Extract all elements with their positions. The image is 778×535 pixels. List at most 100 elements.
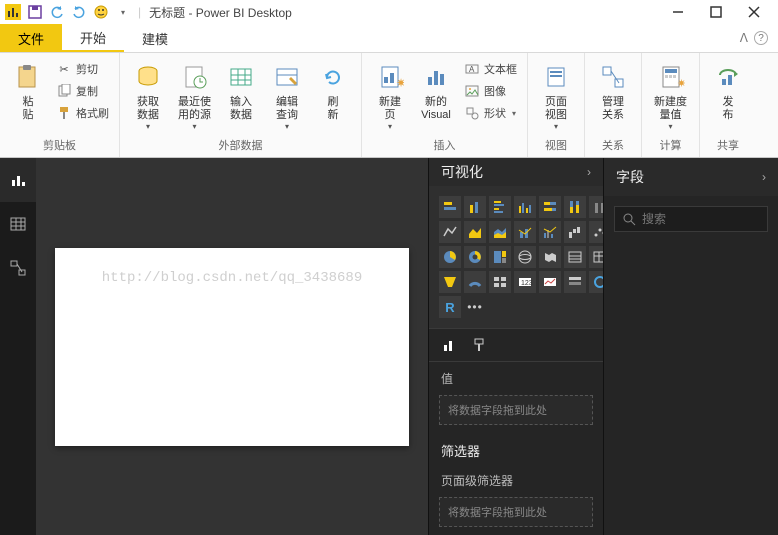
new-page-icon: ✷	[374, 61, 406, 93]
tab-modeling[interactable]: 建模	[124, 24, 186, 52]
fields-pane-header[interactable]: 字段 ›	[604, 158, 778, 196]
svg-text:✷: ✷	[396, 76, 404, 90]
viz-kpi[interactable]	[539, 271, 561, 293]
viz-clustered-column[interactable]	[514, 196, 536, 218]
viz-line[interactable]	[439, 221, 461, 243]
fields-search[interactable]	[614, 206, 768, 232]
page-view-button[interactable]: 页面 视图▾	[534, 57, 578, 135]
undo-icon[interactable]	[48, 3, 66, 21]
filter-drop-zone[interactable]: 将数据字段拖到此处	[439, 497, 593, 527]
search-input[interactable]	[642, 212, 778, 226]
viz-100-bar[interactable]	[539, 196, 561, 218]
qat-dropdown-icon[interactable]: ▾	[114, 3, 132, 21]
minimize-button[interactable]	[668, 2, 688, 22]
publish-button[interactable]: 发 布	[706, 57, 750, 126]
new-measure-button[interactable]: ✷新建度 量值▾	[648, 57, 693, 135]
tab-file[interactable]: 文件	[0, 24, 62, 52]
redo-icon[interactable]	[70, 3, 88, 21]
viz-table[interactable]	[564, 246, 586, 268]
window-title: 无标题 - Power BI Desktop	[149, 4, 292, 21]
relationships-icon	[597, 61, 629, 93]
image-button[interactable]: 图像	[464, 81, 517, 101]
ribbon-collapse[interactable]: ᐱ ?	[730, 24, 778, 52]
new-visual-icon	[420, 61, 452, 93]
cut-button[interactable]: ✂剪切	[56, 59, 109, 79]
left-nav	[0, 158, 36, 535]
nav-data[interactable]	[0, 202, 36, 246]
viz-tab-format[interactable]	[471, 337, 487, 353]
group-external-data: 获取 数据▾ 最近使 用的源▾ 输入 数据 编辑 查询▾ 刷 新 外部数据	[120, 53, 362, 157]
paste-icon	[12, 61, 44, 93]
viz-100-column[interactable]	[564, 196, 586, 218]
copy-button[interactable]: 复制	[56, 81, 109, 101]
viz-stacked-column[interactable]	[464, 196, 486, 218]
nav-report[interactable]	[0, 158, 36, 202]
maximize-button[interactable]	[706, 2, 726, 22]
enter-data-icon	[225, 61, 257, 93]
viz-r[interactable]: R	[439, 296, 461, 318]
edit-query-icon	[271, 61, 303, 93]
manage-relationships-button[interactable]: 管理 关系	[591, 57, 635, 126]
nav-relationships[interactable]	[0, 246, 36, 290]
viz-pane-header[interactable]: 可视化 ›	[429, 158, 603, 186]
viz-map[interactable]	[514, 246, 536, 268]
paste-button[interactable]: 粘 贴	[6, 57, 50, 126]
viz-waterfall[interactable]	[564, 221, 586, 243]
brush-icon	[56, 105, 72, 121]
help-icon: ?	[754, 31, 768, 45]
viz-stacked-area[interactable]	[489, 221, 511, 243]
viz-stacked-bar[interactable]	[439, 196, 461, 218]
refresh-icon	[317, 61, 349, 93]
tab-home[interactable]: 开始	[62, 24, 124, 52]
page-view-icon	[540, 61, 572, 93]
viz-more[interactable]: •••	[464, 296, 486, 318]
viz-line-column[interactable]	[514, 221, 536, 243]
smiley-icon[interactable]	[92, 3, 110, 21]
shape-button[interactable]: 形状▾	[464, 103, 517, 123]
canvas[interactable]: http://blog.csdn.net/qq_3438689	[36, 158, 428, 535]
new-visual-button[interactable]: 新的 Visual	[414, 57, 458, 126]
viz-card[interactable]: 123	[514, 271, 536, 293]
group-share: 发 布 共享	[700, 53, 756, 157]
recent-icon	[179, 61, 211, 93]
close-button[interactable]	[744, 2, 764, 22]
save-icon[interactable]	[26, 3, 44, 21]
group-calc: ✷新建度 量值▾ 计算	[642, 53, 700, 157]
viz-funnel[interactable]	[439, 271, 461, 293]
viz-pie[interactable]	[439, 246, 461, 268]
viz-donut[interactable]	[464, 246, 486, 268]
value-drop-zone[interactable]: 将数据字段拖到此处	[439, 395, 593, 425]
visualizations-pane: 可视化 › 123	[428, 158, 603, 535]
viz-clustered-bar[interactable]	[489, 196, 511, 218]
quick-access-toolbar: ▾ |	[4, 3, 143, 21]
viz-tab-fields[interactable]	[441, 337, 457, 353]
viz-slicer[interactable]	[564, 271, 586, 293]
group-clipboard: 粘 贴 ✂剪切 复制 格式刷 剪贴板	[0, 53, 120, 157]
refresh-button[interactable]: 刷 新	[311, 57, 355, 126]
format-painter-button[interactable]: 格式刷	[56, 103, 109, 123]
chevron-right-icon: ›	[762, 170, 766, 184]
viz-area[interactable]	[464, 221, 486, 243]
publish-icon	[712, 61, 744, 93]
viz-tabs	[429, 328, 603, 362]
report-page[interactable]	[55, 248, 409, 446]
edit-query-button[interactable]: 编辑 查询▾	[265, 57, 309, 135]
filter-title: 筛选器	[429, 433, 603, 464]
new-page-button[interactable]: ✷新建 页▾	[368, 57, 412, 135]
viz-multi-card[interactable]	[489, 271, 511, 293]
viz-gauge[interactable]	[464, 271, 486, 293]
get-data-button[interactable]: 获取 数据▾	[126, 57, 170, 135]
recent-sources-button[interactable]: 最近使 用的源▾	[172, 57, 217, 135]
textbox-button[interactable]: A文本框	[464, 59, 517, 79]
textbox-icon: A	[464, 61, 480, 77]
viz-filled-map[interactable]	[539, 246, 561, 268]
value-label: 值	[429, 362, 603, 391]
viz-line-clustered[interactable]	[539, 221, 561, 243]
svg-text:123: 123	[521, 280, 533, 287]
chevron-right-icon: ›	[587, 165, 591, 179]
enter-data-button[interactable]: 输入 数据	[219, 57, 263, 126]
get-data-icon	[132, 61, 164, 93]
copy-icon	[56, 83, 72, 99]
viz-treemap[interactable]	[489, 246, 511, 268]
group-relationships: 管理 关系 关系	[585, 53, 642, 157]
